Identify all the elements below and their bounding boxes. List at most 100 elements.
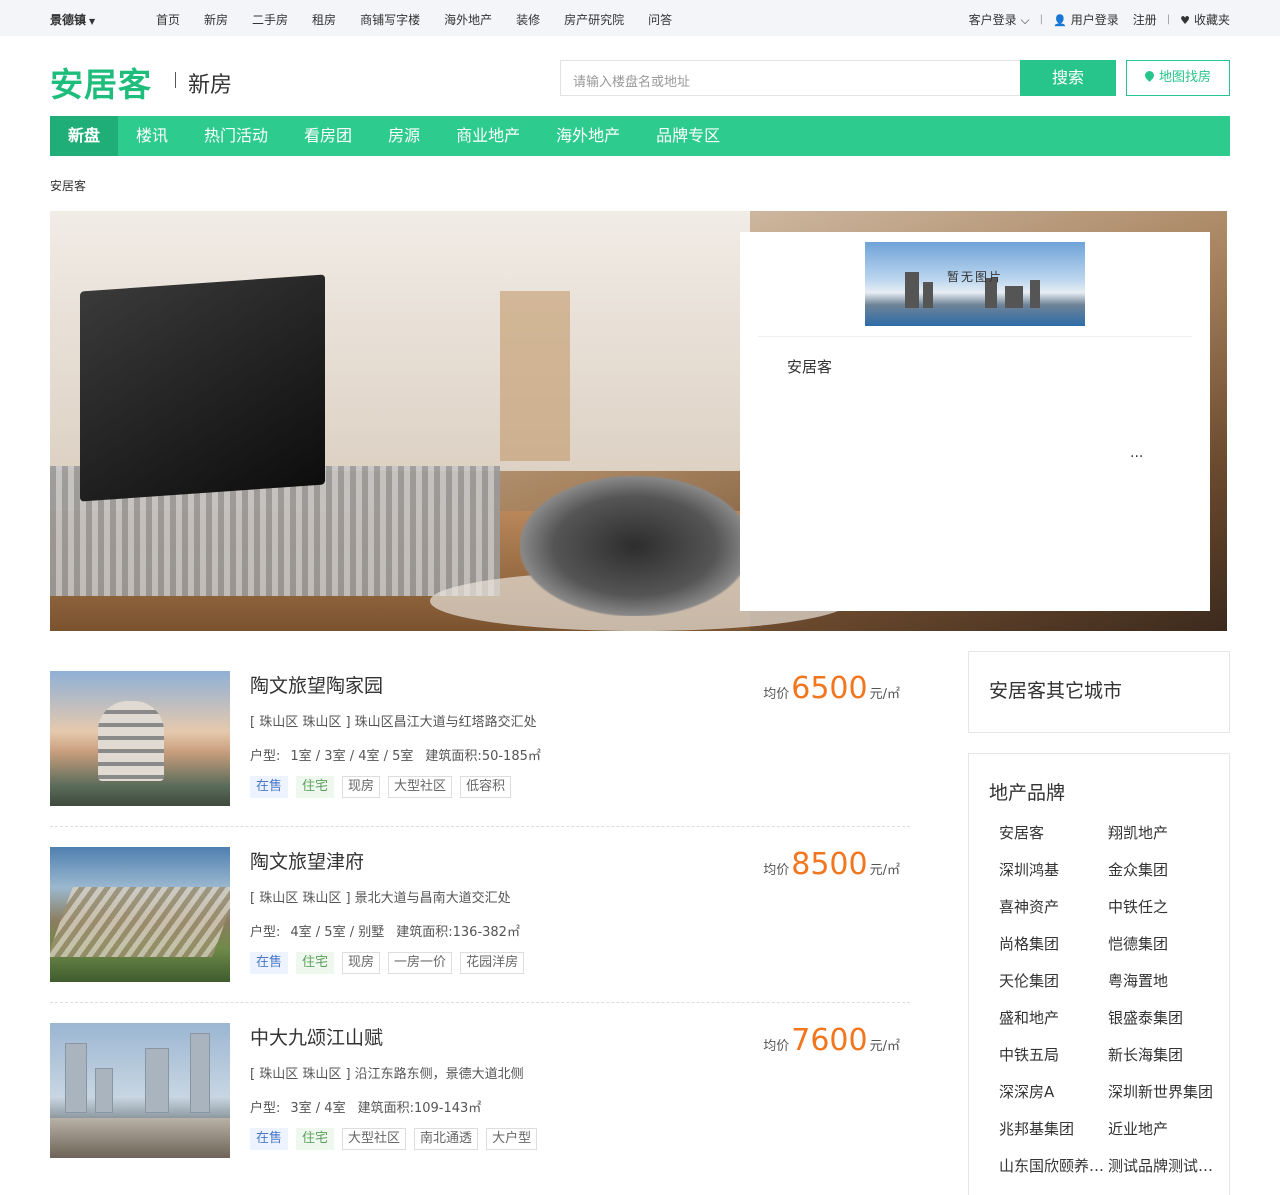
customer-login-link[interactable]: 客户登录 ⌵: [969, 11, 1030, 28]
brand-link[interactable]: 翔凯地产: [1108, 824, 1217, 842]
search-button[interactable]: 搜索: [1020, 60, 1116, 96]
listing-tags: 在售 住宅 现房 大型社区 低容积: [250, 776, 519, 798]
favorites-link[interactable]: ♥ 收藏夹: [1180, 11, 1230, 28]
listing-price: 均价7600 元/㎡: [763, 1023, 900, 1058]
brand-link[interactable]: 深圳新世界集团: [1108, 1083, 1217, 1101]
top-nav: 首页 新房 二手房 租房 商铺写字楼 海外地产 装修 房产研究院 问答: [156, 11, 696, 28]
tab-brands[interactable]: 品牌专区: [638, 116, 738, 156]
feature-tag: 花园洋房: [460, 952, 525, 974]
type-badge: 住宅: [296, 776, 335, 798]
top-nav-new[interactable]: 新房: [204, 11, 228, 28]
brand-link[interactable]: 中铁五局: [999, 1046, 1108, 1064]
brand-link[interactable]: 粤海置地: [1108, 972, 1217, 990]
brand-link[interactable]: 深圳鸿基: [999, 861, 1108, 879]
listing-address: [ 珠山区 珠山区 ] 沿江东路东侧，景德大道北侧: [250, 1067, 524, 1082]
feature-tag: 现房: [342, 776, 381, 798]
brand-link[interactable]: 尚格集团: [999, 935, 1108, 953]
brands-title: 地产品牌: [989, 782, 1066, 804]
featured-info-card[interactable]: 暂无图片 安居客 ...: [740, 232, 1210, 611]
tab-news[interactable]: 楼讯: [118, 116, 186, 156]
brand-link[interactable]: 山东国欣颐养集团: [999, 1157, 1108, 1175]
feature-tag: 大型社区: [388, 776, 453, 798]
brand-link[interactable]: 安居客: [999, 824, 1108, 842]
top-nav-home[interactable]: 首页: [156, 11, 180, 28]
brand-link[interactable]: 新长海集团: [1108, 1046, 1217, 1064]
search-input[interactable]: 请输入楼盘名或地址: [560, 60, 1021, 96]
tab-commercial[interactable]: 商业地产: [438, 116, 538, 156]
other-cities-box: 安居客其它城市: [968, 651, 1230, 733]
city-selector[interactable]: 景德镇 ▼: [50, 11, 95, 28]
brand-link[interactable]: 近业地产: [1108, 1120, 1217, 1138]
top-right-links: 客户登录 ⌵ | 👤 用户登录 注册 | ♥ 收藏夹: [969, 11, 1230, 28]
top-nav-research[interactable]: 房产研究院: [564, 11, 624, 28]
feature-tag: 南北通透: [414, 1128, 479, 1150]
register-link[interactable]: 注册: [1133, 11, 1157, 28]
listing-thumbnail[interactable]: [50, 671, 230, 806]
brand-link[interactable]: 喜神资产: [999, 898, 1108, 916]
main-nav: 新盘 楼讯 热门活动 看房团 房源 商业地产 海外地产 品牌专区: [50, 116, 1230, 156]
listing-price: 均价6500 元/㎡: [763, 671, 900, 706]
brand-link[interactable]: 深深房A: [999, 1083, 1108, 1101]
user-login-link[interactable]: 👤 用户登录: [1053, 11, 1119, 28]
tab-events[interactable]: 热门活动: [186, 116, 286, 156]
thumbnail-plaza: [50, 1118, 230, 1158]
brand-link[interactable]: 中铁任之: [1108, 898, 1217, 916]
listing-specs: 户型: 3室 / 4室 建筑面积:109-143㎡: [250, 1101, 482, 1116]
listing-item[interactable]: 陶文旅望陶家园 [ 珠山区 珠山区 ] 珠山区昌江大道与红塔路交汇处 户型: 1室…: [50, 671, 910, 806]
thumbnail-building: [190, 1033, 210, 1113]
top-nav-overseas[interactable]: 海外地产: [444, 11, 492, 28]
feature-tag: 大户型: [486, 1128, 538, 1150]
brand-link[interactable]: 恺德集团: [1108, 935, 1217, 953]
brand-link[interactable]: 兆邦基集团: [999, 1120, 1108, 1138]
other-cities-title[interactable]: 安居客其它城市: [989, 676, 1122, 703]
listing-divider: [50, 1002, 910, 1003]
thumbnail-building: [145, 1048, 169, 1113]
listing-tags: 在售 住宅 大型社区 南北通透 大户型: [250, 1128, 545, 1150]
listing-title[interactable]: 陶文旅望陶家园: [250, 671, 383, 698]
feature-tag: 现房: [342, 952, 381, 974]
brand-link[interactable]: 盛和地产: [999, 1009, 1108, 1027]
brand-link[interactable]: 天伦集团: [999, 972, 1108, 990]
banner-image-door: [500, 291, 570, 461]
brands-box: 地产品牌 安居客 翔凯地产 深圳鸿基 金众集团 喜神资产 中铁任之 尚格集团 恺…: [968, 753, 1230, 1195]
listing-thumbnail[interactable]: [50, 1023, 230, 1158]
brand-link[interactable]: 银盛泰集团: [1108, 1009, 1217, 1027]
separator: |: [1166, 14, 1171, 25]
type-badge: 住宅: [296, 1128, 335, 1150]
brand-link[interactable]: 金众集团: [1108, 861, 1217, 879]
listing-title[interactable]: 陶文旅望津府: [250, 847, 364, 874]
skyline-building: [1005, 286, 1023, 308]
listing-item[interactable]: 中大九颂江山赋 [ 珠山区 珠山区 ] 沿江东路东侧，景德大道北侧 户型: 3室 …: [50, 1023, 910, 1158]
no-image-placeholder: 暂无图片: [865, 242, 1085, 326]
type-badge: 住宅: [296, 952, 335, 974]
top-bar: 景德镇 ▼ 首页 新房 二手房 租房 商铺写字楼 海外地产 装修 房产研究院 问答…: [0, 0, 1280, 36]
card-more: ...: [1130, 445, 1144, 461]
top-nav-second-hand[interactable]: 二手房: [252, 11, 288, 28]
card-name: 安居客: [787, 358, 833, 376]
listing-thumbnail[interactable]: [50, 847, 230, 982]
channel-title: 新房: [188, 73, 233, 98]
thumbnail-building: [95, 1068, 113, 1113]
top-nav-decoration[interactable]: 装修: [516, 11, 540, 28]
breadcrumb[interactable]: 安居客: [50, 177, 86, 194]
tab-tour-group[interactable]: 看房团: [286, 116, 370, 156]
status-badge: 在售: [250, 1128, 289, 1150]
tab-overseas[interactable]: 海外地产: [538, 116, 638, 156]
card-divider: [758, 336, 1192, 337]
listing-specs: 户型: 1室 / 3室 / 4室 / 5室 建筑面积:50-185㎡: [250, 749, 541, 764]
thumbnail-aerial: [50, 887, 230, 957]
site-logo[interactable]: 安居客: [50, 58, 152, 106]
brand-link[interactable]: 测试品牌测试品牌: [1108, 1157, 1217, 1175]
top-nav-qa[interactable]: 问答: [648, 11, 672, 28]
map-search-button[interactable]: 地图找房: [1126, 60, 1230, 96]
listing-title[interactable]: 中大九颂江山赋: [250, 1023, 383, 1050]
feature-tag: 一房一价: [388, 952, 453, 974]
caret-down-icon: ▼: [89, 17, 96, 26]
tab-new-listings[interactable]: 新盘: [50, 116, 119, 156]
listing-item[interactable]: 陶文旅望津府 [ 珠山区 珠山区 ] 景北大道与昌南大道交汇处 户型: 4室 / …: [50, 847, 910, 982]
top-nav-commercial[interactable]: 商铺写字楼: [360, 11, 420, 28]
listing-tags: 在售 住宅 现房 一房一价 花园洋房: [250, 952, 532, 974]
top-nav-rent[interactable]: 租房: [312, 11, 336, 28]
feature-tag: 低容积: [460, 776, 512, 798]
tab-listings[interactable]: 房源: [370, 116, 438, 156]
